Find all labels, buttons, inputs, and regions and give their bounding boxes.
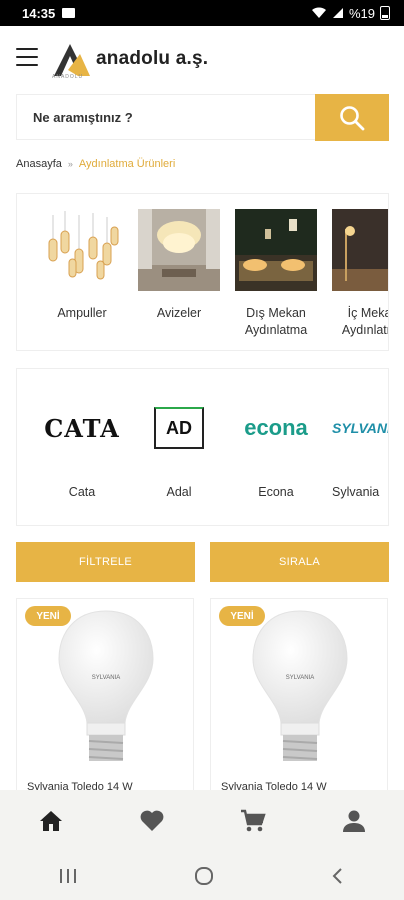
category-image — [332, 209, 388, 291]
status-time: 14:35 — [22, 5, 56, 21]
category-label: Ampuller — [57, 306, 107, 320]
system-nav-bar — [0, 852, 404, 900]
category-carousel[interactable]: Ampuller Avizeler Dış Mekan Aydınlatma İ… — [16, 193, 389, 351]
back-icon[interactable] — [329, 866, 347, 886]
heart-icon — [140, 810, 163, 831]
category-label: İç Mekan Aydınlatma — [341, 306, 388, 337]
category-item-ampuller[interactable]: Ampuller — [41, 209, 123, 322]
breadcrumb-separator: » — [67, 159, 73, 169]
brand-label: Econa — [258, 485, 294, 499]
product-card[interactable]: SYLVANIA YENİ Sylvania Toledo 14 W — [210, 598, 388, 798]
new-badge: YENİ — [219, 606, 265, 626]
brand-item-econa[interactable]: econa Econa — [235, 399, 317, 499]
app-header: anadolu a.ş. ANADOLU — [0, 26, 404, 92]
sort-button[interactable]: SIRALA — [210, 542, 389, 582]
nav-cart[interactable] — [223, 801, 283, 841]
nav-favorites[interactable] — [122, 801, 182, 841]
search-icon — [340, 105, 365, 130]
brand-label: Adal — [166, 485, 192, 499]
nav-profile[interactable] — [324, 801, 384, 841]
category-label: Avizeler — [156, 306, 202, 320]
category-item-ic-mekan[interactable]: İç Mekan Aydınlatma — [332, 209, 388, 339]
brand-subtitle: ANADOLU — [52, 74, 84, 80]
battery-icon — [380, 6, 390, 20]
svg-text:SYLVANIA: SYLVANIA — [286, 675, 314, 681]
brand-logo-text: SYLVANIA — [332, 420, 388, 436]
recent-apps-icon[interactable] — [57, 867, 79, 885]
breadcrumb-home[interactable]: Anasayfa — [16, 158, 62, 170]
cata-logo: CATA — [41, 399, 123, 457]
nav-home[interactable] — [21, 801, 81, 841]
breadcrumb-current: Aydınlatma Ürünleri — [78, 158, 176, 170]
product-image: SYLVANIA — [252, 610, 348, 761]
search-input[interactable]: Ne aramıştınız ? — [16, 94, 316, 140]
home-icon — [39, 811, 62, 831]
brand-label: Sylvania — [332, 485, 380, 499]
category-label: Dış Mekan Aydınlatma — [244, 306, 308, 337]
brand-logo-text: AD — [166, 417, 192, 438]
gallery-icon — [62, 8, 76, 18]
category-image — [138, 209, 220, 291]
product-image: SYLVANIA — [58, 610, 154, 761]
adal-logo: AD — [138, 399, 220, 457]
status-right: %19 — [311, 6, 390, 21]
filter-button[interactable]: FİLTRELE — [16, 542, 195, 582]
sylvania-logo: SYLVANIA — [332, 399, 388, 457]
brand-logo-text: CATA — [44, 413, 120, 443]
user-icon — [342, 810, 365, 832]
menu-icon[interactable] — [16, 48, 38, 66]
brand-item-adal[interactable]: AD Adal — [138, 399, 220, 499]
signal-icon — [332, 8, 343, 18]
category-image — [41, 209, 123, 291]
search-placeholder: Ne aramıştınız ? — [33, 109, 133, 125]
status-bar: 14:35 %19 — [0, 0, 404, 26]
svg-text:SYLVANIA: SYLVANIA — [92, 675, 120, 681]
category-item-avizeler[interactable]: Avizeler — [138, 209, 220, 322]
product-card[interactable]: SYLVANIA YENİ Sylvania Toledo 14 W — [16, 598, 194, 798]
brand-item-sylvania[interactable]: SYLVANIA Sylvania — [332, 399, 388, 499]
brand-name[interactable]: anadolu a.ş. — [96, 48, 208, 70]
brand-carousel[interactable]: CATA Cata AD Adal econa Econa SYLVANIA S… — [16, 368, 389, 526]
battery-percent: %19 — [348, 5, 375, 21]
search-button[interactable] — [315, 94, 389, 141]
brand-logo-text: econa — [244, 415, 308, 440]
brand-label: Cata — [68, 485, 96, 499]
category-image — [235, 209, 317, 291]
brand-item-cata[interactable]: CATA Cata — [41, 399, 123, 500]
cart-icon — [240, 809, 266, 832]
home-circle-icon[interactable] — [193, 865, 215, 887]
econa-logo: econa — [235, 399, 317, 457]
wifi-icon — [311, 7, 326, 19]
breadcrumb: Anasayfa » Aydınlatma Ürünleri — [16, 158, 175, 170]
bottom-nav — [0, 790, 404, 852]
category-item-dis-mekan[interactable]: Dış Mekan Aydınlatma — [235, 209, 317, 339]
new-badge: YENİ — [25, 606, 71, 626]
